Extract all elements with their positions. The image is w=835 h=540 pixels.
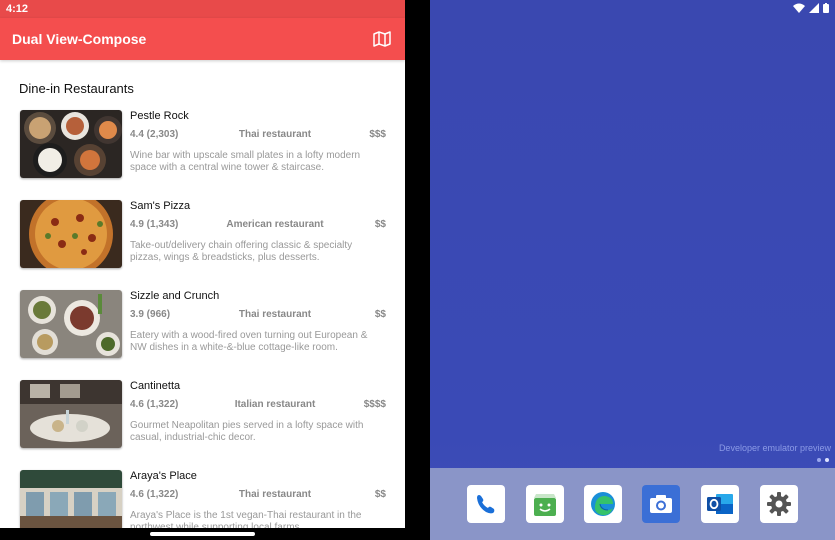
restaurant-price: $$ [374, 489, 386, 500]
settings-icon [767, 492, 791, 516]
restaurant-rating: 4.6 (1,322) [130, 489, 179, 500]
restaurant-name: Araya's Place [130, 470, 197, 482]
map-button[interactable] [371, 28, 393, 50]
store-icon [534, 494, 556, 516]
restaurant-description: Gourmet Neapolitan pies served in a loft… [130, 420, 364, 443]
phone-app-button[interactable] [467, 485, 505, 523]
restaurant-rating: 4.6 (1,322) [130, 399, 179, 410]
edge-icon [591, 492, 615, 516]
restaurant-description: Araya's Place is the 1st vegan-Thai rest… [130, 510, 362, 528]
status-bar: 4:12 [0, 0, 405, 18]
home-screen: Developer emulator preview [430, 0, 835, 540]
settings-app-button[interactable] [760, 485, 798, 523]
camera-app-button[interactable] [642, 485, 680, 523]
restaurant-photo [20, 470, 122, 528]
restaurant-list[interactable]: Dine-in Restaurants Pestle Rock 4.4 (2,3… [0, 60, 405, 528]
restaurant-name: Cantinetta [130, 380, 181, 392]
restaurant-card[interactable]: Pestle Rock 4.4 (2,303) Thai restaurant … [20, 110, 386, 180]
store-app-button[interactable] [526, 485, 564, 523]
restaurant-photo [20, 200, 122, 268]
restaurant-category: Thai restaurant [238, 309, 312, 320]
camera-icon [650, 495, 672, 513]
restaurant-category: Thai restaurant [238, 129, 312, 140]
developer-preview-label: Developer emulator preview [718, 443, 831, 453]
restaurant-description: Eatery with a wood-fired oven turning ou… [130, 330, 368, 353]
restaurant-photo [20, 380, 122, 448]
restaurant-photo [20, 110, 122, 178]
outlook-app-button[interactable] [701, 485, 739, 523]
app-dock [430, 468, 835, 540]
wifi-icon [793, 3, 805, 13]
restaurant-card[interactable]: Araya's Place 4.6 (1,322) Thai restauran… [20, 470, 386, 528]
restaurant-category: Thai restaurant [238, 489, 312, 500]
outlook-icon [707, 494, 733, 514]
app-bar: Dual View-Compose [0, 18, 405, 60]
gesture-nav-handle[interactable] [150, 532, 255, 536]
page-indicator [817, 458, 829, 462]
section-title: Dine-in Restaurants [19, 81, 134, 96]
phone-icon [477, 495, 495, 514]
restaurant-rating: 4.9 (1,343) [130, 219, 179, 230]
restaurant-name: Pestle Rock [130, 110, 189, 122]
restaurant-category: American restaurant [226, 219, 324, 230]
restaurant-name: Sizzle and Crunch [130, 290, 220, 302]
restaurant-card[interactable]: Cantinetta 4.6 (1,322) Italian restauran… [20, 380, 386, 450]
status-time: 4:12 [6, 3, 29, 15]
restaurant-price: $$$ [369, 129, 386, 140]
restaurant-price: $$$$ [363, 399, 386, 410]
page-dot-active [825, 458, 829, 462]
restaurant-price: $$ [374, 219, 386, 230]
battery-icon [823, 3, 829, 13]
restaurant-description: Take-out/delivery chain offering classic… [130, 240, 353, 263]
restaurant-name: Sam's Pizza [130, 200, 191, 212]
system-status-icons [793, 3, 829, 13]
restaurant-price: $$ [374, 309, 386, 320]
restaurant-card[interactable]: Sizzle and Crunch 3.9 (966) Thai restaur… [20, 290, 386, 360]
restaurant-category: Italian restaurant [234, 399, 316, 410]
restaurant-rating: 3.9 (966) [130, 309, 171, 320]
signal-icon [809, 3, 819, 13]
restaurant-photo [20, 290, 122, 358]
page-dot [817, 458, 821, 462]
app-pane: 4:12 Dual View-Compose Dine-in Restauran… [0, 0, 405, 528]
restaurant-card[interactable]: Sam's Pizza 4.9 (1,343) American restaur… [20, 200, 386, 270]
map-icon [373, 31, 391, 47]
app-title: Dual View-Compose [12, 31, 147, 47]
edge-app-button[interactable] [584, 485, 622, 523]
restaurant-description: Wine bar with upscale small plates in a … [130, 150, 361, 173]
restaurant-rating: 4.4 (2,303) [130, 129, 179, 140]
